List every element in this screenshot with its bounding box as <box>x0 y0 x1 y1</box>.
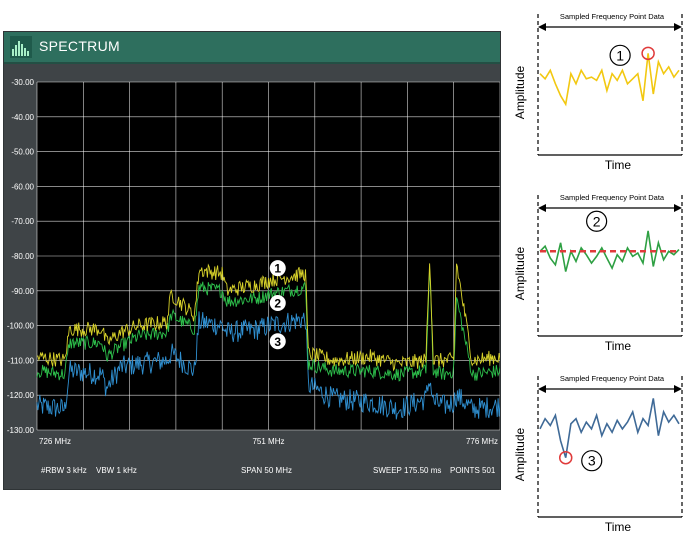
callout-2-label: 2 <box>593 213 601 229</box>
y-tick-label: -90.00 <box>11 287 34 296</box>
panel-title: Sampled Frequency Point Data <box>560 374 665 383</box>
title-bar: SPECTRUM <box>4 32 500 64</box>
amplitude-axis-label: Amplitude <box>513 428 527 482</box>
x-tick-label: 726 MHz <box>39 437 71 446</box>
sweep-time: 175.50 ms <box>404 466 442 475</box>
window-title: SPECTRUM <box>39 38 120 54</box>
y-tick-label: -30.00 <box>11 78 34 87</box>
sample-panel-max: Sampled Frequency Point Data Amplitude Tim… <box>513 12 683 172</box>
time-axis-label: Time <box>605 339 632 353</box>
callout-1-label: 1 <box>616 47 624 63</box>
rbw-setting: #RBW 3 kHz <box>41 466 87 475</box>
spectrum-app-icon <box>10 36 32 58</box>
spectrum-analyzer-window: SPECTRUM -30.00 -40.00 -50.00 -60.00 -70.00-… <box>3 31 501 490</box>
marker-2-label: 2 <box>274 296 281 310</box>
time-axis-label: Time <box>605 158 632 172</box>
y-tick-label: -80.00 <box>11 252 34 261</box>
amplitude-axis-label: Amplitude <box>513 66 527 120</box>
y-tick-label: -120.00 <box>7 391 35 400</box>
points-setting: POINTS 501 <box>450 466 496 475</box>
amplitude-axis-label: Amplitude <box>513 247 527 301</box>
y-tick-label: -110.00 <box>7 356 34 365</box>
arrowhead-right <box>674 385 682 393</box>
arrowhead-left <box>538 204 546 212</box>
x-tick-label: 776 MHz <box>466 437 498 446</box>
sample-line <box>539 398 680 458</box>
marker-1-label: 1 <box>274 262 281 276</box>
y-tick-label: -50.00 <box>11 148 34 157</box>
y-tick-label: -130.00 <box>7 426 35 435</box>
y-tick-label: -60.00 <box>11 182 34 191</box>
y-tick-label: -40.00 <box>11 113 34 122</box>
panel-title: Sampled Frequency Point Data <box>560 193 665 202</box>
sample-panel-min: Sampled Frequency Point Data Amplitude Tim… <box>513 374 683 534</box>
arrowhead-right <box>674 204 682 212</box>
arrowhead-left <box>538 23 546 31</box>
arrowhead-right <box>674 23 682 31</box>
x-tick-label: 751 MHz <box>252 437 284 446</box>
marker-3-label: 3 <box>274 335 281 349</box>
y-tick-label: -70.00 <box>11 217 34 226</box>
spectrum-plot: -30.00 -40.00 -50.00 -60.00 -70.00 -80.00 -90.… <box>7 78 500 446</box>
vbw-setting: VBW 1 kHz <box>96 466 137 475</box>
sample-line <box>539 53 680 107</box>
arrowhead-left <box>538 385 546 393</box>
callout-3-label: 3 <box>588 453 596 469</box>
sweep-label: SWEEP <box>373 466 402 475</box>
panel-title: Sampled Frequency Point Data <box>560 12 665 21</box>
y-tick-label: -100.00 <box>7 322 35 331</box>
sample-panel-mean: Sampled Frequency Point Data Amplitude Tim… <box>513 193 683 353</box>
time-axis-label: Time <box>605 520 632 534</box>
span-setting: SPAN 50 MHz <box>241 466 292 475</box>
